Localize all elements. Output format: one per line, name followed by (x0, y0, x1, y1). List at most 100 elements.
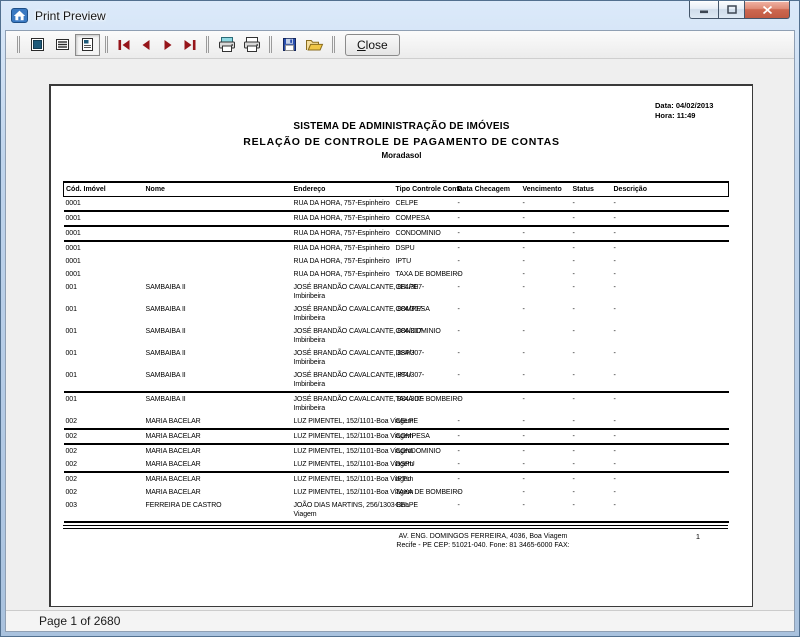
cell-tipo: IPTU (394, 369, 456, 392)
cell-status: - (571, 255, 612, 268)
report-subtitle: Moradasol (51, 151, 752, 160)
view-actual-size-button[interactable] (75, 34, 100, 56)
titlebar[interactable]: Print Preview (1, 1, 799, 30)
cell-status: - (571, 226, 612, 241)
cell-tipo: DSPU (394, 347, 456, 369)
cell-vencimento: - (521, 444, 571, 458)
cell-status: - (571, 429, 612, 444)
cell-status: - (571, 268, 612, 281)
time-value: 11:49 (677, 111, 696, 120)
cell-descricao: - (612, 211, 729, 226)
report-table-wrap: Cód. Imóvel Nome Endereço Tipo Controle … (63, 181, 731, 550)
report-footer: AV. ENG. DOMINGOS FERREIRA, 4036, Boa Vi… (63, 532, 728, 550)
view-actual-size-icon (80, 37, 95, 52)
cell-checagem: - (456, 255, 521, 268)
cell-cod: 0001 (64, 211, 144, 226)
cell-endereco: RUA DA HORA, 757-Espinheiro (292, 211, 394, 226)
cell-endereco: JOÃO DIAS MARTINS, 256/1303-Boa Viagem (292, 499, 394, 522)
view-page-width-button[interactable] (50, 34, 75, 56)
cell-checagem: - (456, 415, 521, 429)
cell-nome: SAMBAIBA II (144, 325, 292, 347)
open-button[interactable] (302, 34, 327, 56)
cell-nome (144, 255, 292, 268)
cell-nome: SAMBAIBA II (144, 303, 292, 325)
status-bar: Page 1 of 2680 (6, 610, 794, 631)
cell-checagem: - (456, 211, 521, 226)
col-header-nome: Nome (144, 182, 292, 197)
close-preview-button[interactable]: Close (345, 34, 400, 56)
cell-tipo: IPTU (394, 255, 456, 268)
view-page-width-icon (55, 37, 70, 52)
cell-cod: 0001 (64, 255, 144, 268)
cell-descricao: - (612, 325, 729, 347)
previous-page-button[interactable] (135, 34, 157, 56)
printer-setup-button[interactable] (214, 34, 239, 56)
cell-nome: MARIA BACELAR (144, 415, 292, 429)
cell-tipo: TAXA DE BOMBEIRO (394, 486, 456, 499)
cell-endereco: JOSÉ BRANDÃO CAVALCANTE, 884/307- Imbiri… (292, 281, 394, 303)
cell-vencimento: - (521, 211, 571, 226)
cell-descricao: - (612, 472, 729, 486)
cell-checagem: - (456, 281, 521, 303)
cell-nome: MARIA BACELAR (144, 444, 292, 458)
cell-nome: SAMBAIBA II (144, 347, 292, 369)
next-page-button[interactable] (157, 34, 179, 56)
report-title-line1: SISTEMA DE ADMINISTRAÇÃO DE IMÓVEIS (51, 121, 752, 132)
preview-area: Data: 04/02/2013 Hora: 11:49 SISTEMA DE … (7, 59, 793, 610)
save-button[interactable] (277, 34, 302, 56)
cell-status: - (571, 369, 612, 392)
table-row: 001SAMBAIBA IIJOSÉ BRANDÃO CAVALCANTE, 8… (64, 303, 729, 325)
footer-address-line1: AV. ENG. DOMINGOS FERREIRA, 4036, Boa Vi… (233, 532, 733, 541)
cell-descricao: - (612, 369, 729, 392)
cell-vencimento: - (521, 499, 571, 522)
cell-cod: 0001 (64, 241, 144, 255)
report-table: Cód. Imóvel Nome Endereço Tipo Controle … (63, 181, 729, 523)
cell-endereco: LUZ PIMENTEL, 152/1101-Boa Viagem (292, 444, 394, 458)
cell-endereco: RUA DA HORA, 757-Espinheiro (292, 226, 394, 241)
report-page-number: 1 (696, 532, 700, 541)
col-header-endereco: Endereço (292, 182, 394, 197)
next-page-icon (160, 38, 176, 52)
cell-vencimento: - (521, 458, 571, 472)
cell-checagem: - (456, 226, 521, 241)
home-icon (11, 8, 28, 23)
cell-vencimento: - (521, 241, 571, 255)
cell-cod: 001 (64, 325, 144, 347)
print-button[interactable] (239, 34, 264, 56)
date-label: Data: (655, 101, 674, 110)
close-window-button[interactable] (745, 1, 790, 19)
close-button-label: Close (357, 38, 388, 52)
maximize-button[interactable] (718, 1, 745, 19)
cell-checagem: - (456, 268, 521, 281)
cell-descricao: - (612, 241, 729, 255)
cell-status: - (571, 303, 612, 325)
table-row: 0001RUA DA HORA, 757-EspinheiroDSPU---- (64, 241, 729, 255)
cell-cod: 002 (64, 444, 144, 458)
report-content: Data: 04/02/2013 Hora: 11:49 SISTEMA DE … (51, 86, 752, 606)
toolbar-separator (206, 36, 209, 53)
cell-tipo: COMPESA (394, 303, 456, 325)
cell-endereco: LUZ PIMENTEL, 152/1101-Boa Viagem (292, 458, 394, 472)
last-page-button[interactable] (179, 34, 201, 56)
view-whole-page-button[interactable] (25, 34, 50, 56)
cell-checagem: - (456, 472, 521, 486)
cell-tipo: COMPESA (394, 429, 456, 444)
table-row: 001SAMBAIBA IIJOSÉ BRANDÃO CAVALCANTE, 8… (64, 369, 729, 392)
cell-vencimento: - (521, 486, 571, 499)
cell-endereco: JOSÉ BRANDÃO CAVALCANTE, 884/307- Imbiri… (292, 392, 394, 415)
first-page-button[interactable] (113, 34, 135, 56)
cell-nome: MARIA BACELAR (144, 472, 292, 486)
cell-endereco: LUZ PIMENTEL, 152/1101-Boa Viagem (292, 429, 394, 444)
cell-cod: 002 (64, 429, 144, 444)
cell-descricao: - (612, 268, 729, 281)
cell-checagem: - (456, 241, 521, 255)
cell-tipo: CONDOMINIO (394, 325, 456, 347)
table-row: 0001RUA DA HORA, 757-EspinheiroCOMPESA--… (64, 211, 729, 226)
cell-tipo: TAXA DE BOMBEIRO (394, 268, 456, 281)
cell-cod: 0001 (64, 197, 144, 212)
cell-status: - (571, 197, 612, 212)
minimize-button[interactable] (689, 1, 718, 19)
report-date: Data: 04/02/2013 (655, 101, 713, 111)
cell-descricao: - (612, 197, 729, 212)
cell-nome: MARIA BACELAR (144, 486, 292, 499)
